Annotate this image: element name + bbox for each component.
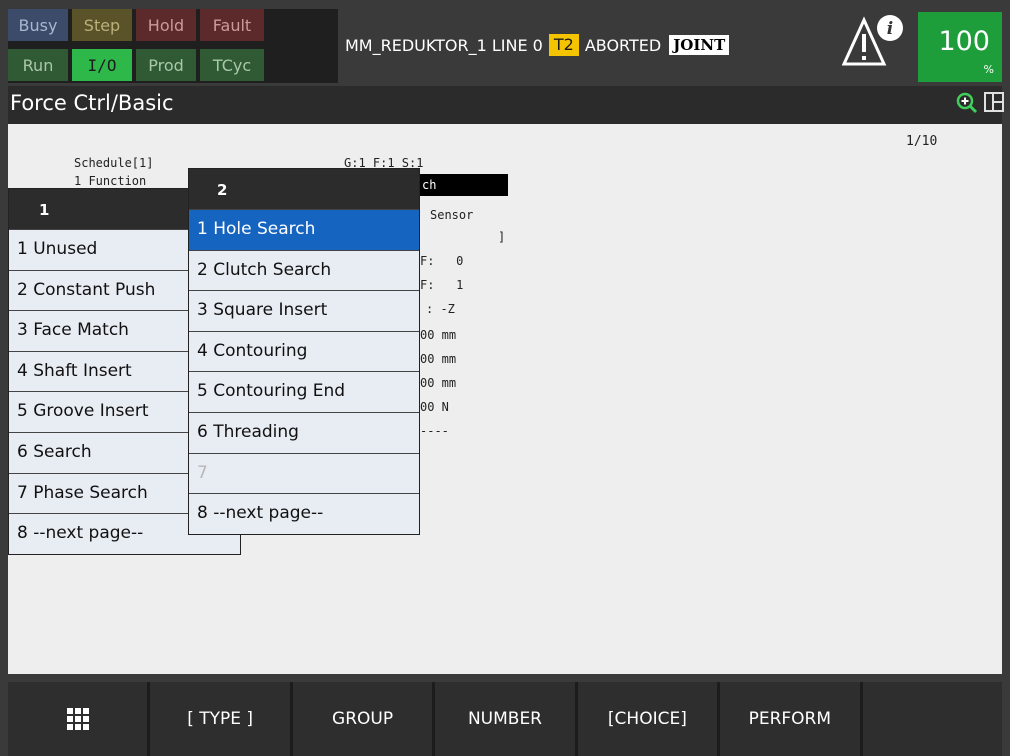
mm-value-3: 00 mm [420, 376, 457, 390]
function-key-bar: [ TYPE ] GROUP NUMBER [CHOICE] PERFORM [8, 682, 1002, 756]
split-screen-icon[interactable] [984, 92, 1004, 112]
override-display[interactable]: 100 % [918, 12, 1002, 82]
mm-value-2: 00 mm [420, 352, 457, 366]
step-indicator: Step [72, 9, 132, 41]
program-status-line: MM_REDUKTOR_1 LINE 0 T2 ABORTED JOINT [345, 30, 730, 60]
number-button[interactable]: NUMBER [435, 682, 575, 756]
zoom-in-icon[interactable] [956, 92, 978, 114]
mm-value-1: 00 mm [420, 328, 457, 342]
menu-2-item-next-page[interactable]: 8 --next page-- [189, 493, 419, 534]
menu-2-item-threading[interactable]: 6 Threading [189, 411, 419, 453]
menu-2-item-hole-search[interactable]: 1 Hole Search [189, 209, 419, 250]
io-indicator: I/O [72, 49, 132, 81]
menu-2-header: 2 [189, 169, 419, 209]
group-button[interactable]: GROUP [292, 682, 433, 756]
prod-indicator: Prod [136, 49, 196, 81]
program-state: ABORTED [584, 35, 662, 55]
override-value: 100 [938, 26, 990, 57]
choice-button[interactable]: [CHOICE] [577, 682, 718, 756]
menu-2-item-contouring[interactable]: 4 Contouring [189, 330, 419, 372]
page-indicator: 1/10 [906, 134, 938, 149]
tcyc-indicator: TCyc [200, 49, 264, 81]
f0-value: F: 0 [420, 254, 464, 268]
sensor-label: Sensor [430, 208, 474, 222]
menu-2-item-clutch-search[interactable]: 2 Clutch Search [189, 249, 419, 291]
svg-text:i: i [887, 19, 893, 39]
type-button[interactable]: [ TYPE ] [150, 682, 290, 756]
empty-fkey[interactable] [862, 682, 1002, 756]
warning-info-icon[interactable]: i [841, 12, 912, 72]
coord-badge[interactable]: JOINT [669, 35, 730, 55]
run-indicator: Run [8, 49, 68, 81]
bracket-label: ] [498, 230, 506, 244]
busy-indicator: Busy [8, 9, 68, 41]
menu-2-item-empty: 7 [189, 452, 419, 494]
mode-badge: T2 [548, 34, 579, 56]
title-bar: Force Ctrl/Basic [8, 86, 1004, 124]
fault-indicator: Fault [200, 9, 264, 41]
hold-indicator: Hold [136, 9, 196, 41]
n-value: 00 N [420, 400, 449, 414]
f1-value: F: 1 [420, 278, 464, 292]
grid-icon [66, 708, 89, 730]
screen-title: Force Ctrl/Basic [10, 91, 174, 115]
program-line: LINE 0 [491, 35, 543, 55]
menu-2-item-contouring-end[interactable]: 5 Contouring End [189, 371, 419, 412]
menu-grid-button[interactable] [8, 682, 148, 756]
popup-menu-2: 2 1 Hole Search 2 Clutch Search 3 Square… [188, 168, 420, 535]
status-grid: Busy Step Hold Fault Run I/O Prod TCyc [8, 9, 338, 83]
override-unit: % [983, 63, 994, 76]
perform-button[interactable]: PERFORM [720, 682, 860, 756]
function-value[interactable]: ch [420, 174, 508, 196]
direction-value: : -Z [426, 302, 455, 316]
program-name: MM_REDUKTOR_1 [345, 35, 487, 55]
menu-2-item-square-insert[interactable]: 3 Square Insert [189, 290, 419, 331]
dashes-line: ---- [420, 424, 449, 438]
